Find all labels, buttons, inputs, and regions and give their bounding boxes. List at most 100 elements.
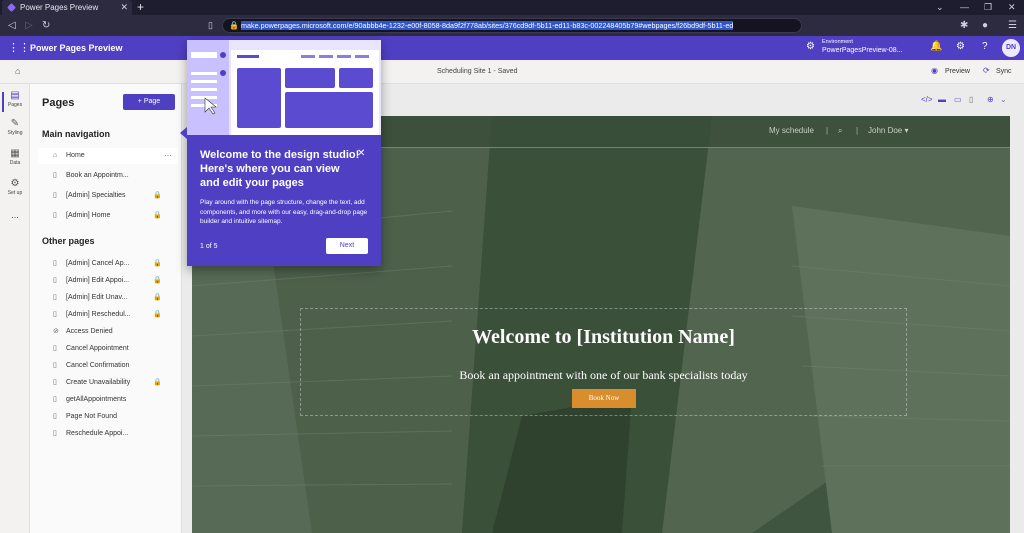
setup-icon: ⚙	[10, 178, 20, 189]
document-icon: ▯	[53, 192, 57, 199]
lock-icon: 🔒	[229, 21, 239, 30]
search-icon[interactable]: ⌕	[838, 116, 842, 146]
page-item[interactable]: ▯ [Admin] Edit Unav... 🔒	[38, 290, 178, 306]
tour-step-counter: 1 of 5	[200, 243, 218, 250]
rail-pages[interactable]: ▤ Pages	[0, 90, 30, 112]
document-icon: ▯	[53, 379, 57, 386]
back-icon[interactable]: ◁	[8, 18, 16, 33]
document-icon: ▯	[53, 413, 57, 420]
page-item[interactable]: ▯ getAllAppointments	[38, 392, 178, 408]
close-icon[interactable]: ✕	[357, 148, 365, 159]
mobile-icon[interactable]: ▯	[969, 95, 973, 104]
page-item[interactable]: ▯ [Admin] Cancel Ap... 🔒	[38, 256, 178, 272]
home-icon: ⌂	[53, 152, 58, 159]
url-field[interactable]: 🔒 make.powerpages.microsoft.com/e/90abbb…	[222, 18, 802, 33]
page-item[interactable]: ▯ [Admin] Home 🔒	[38, 208, 178, 224]
workspace-rail: ▤ Pages ✎ Styling ▦ Data ⚙ Set up ...	[0, 84, 30, 533]
user-menu[interactable]: John Doe ▾	[868, 116, 908, 146]
zoom-icon[interactable]: ⊕	[987, 95, 994, 104]
environment-name[interactable]: PowerPagesPreview-08...	[822, 47, 903, 54]
forward-icon[interactable]: ▷	[25, 18, 33, 33]
eye-icon[interactable]: ◉	[931, 66, 938, 75]
close-tab-icon[interactable]: ✕	[120, 0, 128, 15]
tour-caret	[180, 127, 187, 139]
next-button[interactable]: Next	[326, 238, 368, 254]
bookmark-icon[interactable]: ▯	[208, 18, 213, 33]
document-icon: ▯	[53, 277, 57, 284]
gear-icon[interactable]: ⚙	[956, 41, 965, 52]
rail-styling[interactable]: ✎ Styling	[0, 118, 30, 136]
reload-icon[interactable]: ↻	[42, 18, 50, 33]
page-icon: ▤	[10, 90, 20, 101]
preview-button[interactable]: Preview	[945, 60, 970, 84]
panel-title: Pages	[42, 97, 75, 109]
home-icon[interactable]: ⌂	[15, 66, 20, 76]
tour-title: Welcome to the design studio! Here's whe…	[200, 149, 360, 189]
environment-label: Environment	[822, 39, 853, 45]
app-header: ⋮⋮ Power Pages Preview ⚙ Environment Pow…	[0, 36, 1024, 60]
minimize-icon[interactable]: —	[960, 0, 969, 15]
book-now-button[interactable]: Book Now	[572, 389, 636, 408]
hero-subtitle[interactable]: Book an appointment with one of our bank…	[300, 368, 907, 383]
document-icon: ▯	[53, 260, 57, 267]
rail-setup[interactable]: ⚙ Set up	[0, 178, 30, 196]
add-page-button[interactable]: + Page	[123, 94, 175, 110]
my-schedule-link[interactable]: My schedule	[769, 116, 814, 146]
extensions-icon[interactable]: ✱	[960, 18, 968, 33]
tour-body: Play around with the page structure, cha…	[200, 199, 368, 225]
document-icon: ▯	[53, 430, 57, 437]
page-item[interactable]: ▯ Book an Appointm...	[38, 168, 178, 184]
page-item-home[interactable]: ⌂ Home ···	[38, 148, 178, 164]
document-icon: ▯	[53, 212, 57, 219]
address-bar-row: ◁ ▷ ↻ ▯ 🔒 make.powerpages.microsoft.com/…	[0, 15, 1024, 36]
chevron-down-icon[interactable]: ⌄	[936, 0, 944, 15]
brush-icon: ✎	[10, 118, 20, 129]
avatar[interactable]: DN	[1002, 39, 1020, 57]
environment-icon: ⚙	[806, 41, 815, 52]
page-item[interactable]: ▯ Create Unavailability 🔒	[38, 375, 178, 391]
page-item[interactable]: ▯ Reschedule Appoi...	[38, 426, 178, 442]
page-item[interactable]: ▯ [Admin] Reschedul... 🔒	[38, 307, 178, 323]
studio-toolbar: ⌂ Scheduling Site 1 - Saved ◉ Preview ⟳ …	[0, 60, 1024, 84]
site-status: Scheduling Site 1 - Saved	[437, 68, 518, 75]
design-studio-tour-popup: Welcome to the design studio! Here's whe…	[187, 40, 381, 266]
page-item[interactable]: ⊘ Access Denied	[38, 324, 178, 340]
chevron-down-icon[interactable]: ⌄	[1000, 95, 1007, 104]
menu-icon[interactable]: ☰	[1008, 18, 1017, 33]
bell-icon[interactable]: 🔔	[930, 41, 942, 52]
rail-data[interactable]: ▦ Data	[0, 148, 30, 166]
user-block-icon: ⊘	[53, 328, 59, 335]
app-launcher-icon[interactable]: ⋮⋮	[8, 41, 30, 54]
page-item[interactable]: ▯ [Admin] Specialties 🔒	[38, 188, 178, 204]
restore-icon[interactable]: ❐	[984, 0, 992, 15]
close-window-icon[interactable]: ✕	[1008, 0, 1016, 15]
main-navigation-heading: Main navigation	[42, 129, 111, 139]
rail-more[interactable]: ...	[0, 210, 30, 220]
lock-icon: 🔒	[153, 379, 162, 386]
browser-tab[interactable]: Power Pages Preview ✕	[2, 0, 132, 15]
hero-title[interactable]: Welcome to [Institution Name]	[300, 326, 907, 349]
tab-title: Power Pages Preview	[20, 3, 99, 12]
page-item[interactable]: ▯ [Admin] Edit Appoi... 🔒	[38, 273, 178, 289]
desktop-icon[interactable]: ▬	[938, 95, 946, 104]
more-icon[interactable]: ···	[164, 148, 172, 164]
nav-divider: |	[826, 126, 829, 135]
page-item[interactable]: ▯ Cancel Confirmation	[38, 358, 178, 374]
tablet-icon[interactable]: ▭	[954, 95, 962, 104]
lock-icon: 🔒	[153, 294, 162, 301]
help-icon[interactable]: ?	[982, 41, 988, 52]
app-title: Power Pages Preview	[30, 43, 123, 53]
new-tab-icon[interactable]: +	[137, 0, 144, 15]
sync-button[interactable]: Sync	[996, 60, 1012, 84]
page-item[interactable]: ▯ Cancel Appointment	[38, 341, 178, 357]
pages-panel: Pages + Page Main navigation ⌂ Home ··· ▯ B…	[30, 84, 182, 533]
profile-icon[interactable]: ●	[982, 18, 988, 33]
document-icon: ▯	[53, 396, 57, 403]
browser-tab-bar: Power Pages Preview ✕ + ⌄ — ❐ ✕	[0, 0, 1024, 15]
canvas-view-toolbar: </> ▬ ▭ ▯ ⊕ ⌄	[913, 95, 1011, 109]
sync-icon[interactable]: ⟳	[983, 66, 990, 75]
document-icon: ▯	[53, 345, 57, 352]
document-icon: ▯	[53, 362, 57, 369]
code-icon[interactable]: </>	[921, 95, 933, 104]
page-item[interactable]: ▯ Page Not Found	[38, 409, 178, 425]
